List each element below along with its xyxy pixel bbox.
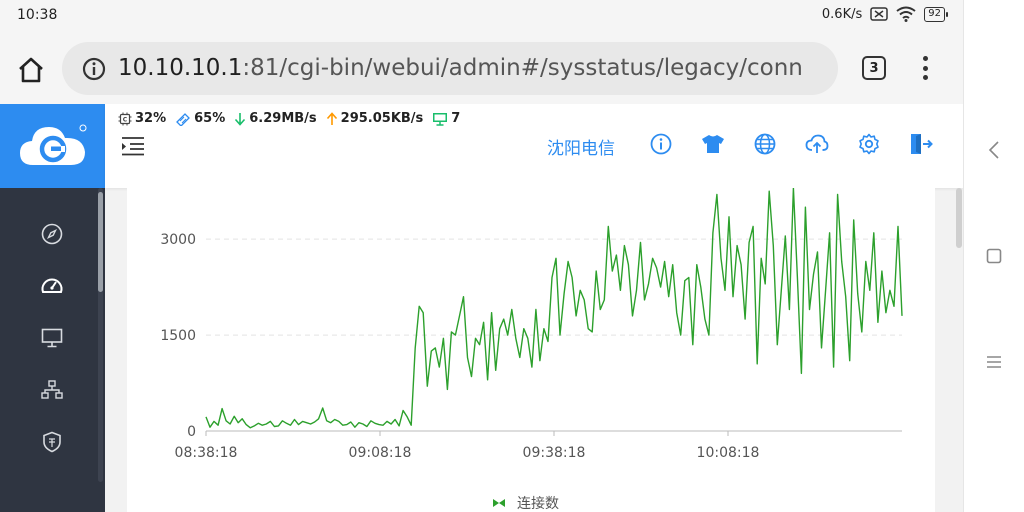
wifi-icon (896, 6, 916, 22)
clock: 10:38 (17, 7, 58, 23)
home-square-icon[interactable] (984, 246, 1004, 266)
y-tick-label: 0 (187, 424, 196, 440)
home-button[interactable] (15, 54, 47, 86)
cpu-icon: C (118, 112, 132, 125)
web-page: C 32% 65% 6.29MB/s 295.05KB/s 7 沈阳电信 0 1… (0, 104, 963, 512)
tshirt-icon (702, 135, 724, 153)
legend-label[interactable]: 连接数 (517, 495, 559, 512)
sidebar-item-network[interactable] (38, 376, 66, 404)
x-tick-label: 09:38:18 (523, 445, 586, 461)
logout-button[interactable] (909, 132, 933, 156)
y-tick-label: 1500 (160, 328, 196, 344)
legend-marker-icon (493, 499, 505, 507)
page-header: C 32% 65% 6.29MB/s 295.05KB/s 7 沈阳电信 (105, 104, 963, 188)
home-icon (19, 57, 43, 83)
about-button[interactable] (649, 132, 673, 156)
language-button[interactable] (753, 132, 777, 156)
browser-toolbar: 10.10.10.1:81/cgi-bin/webui/admin#/sysst… (0, 32, 963, 104)
menu-collapse-button[interactable] (121, 136, 145, 156)
sim-off-icon (870, 7, 889, 21)
status-icons: 0.6K/s 92 (821, 6, 948, 22)
sidebar-item-security[interactable] (38, 428, 66, 456)
chart-legend[interactable]: 连接数 (493, 495, 559, 512)
battery-icon: 92 (924, 6, 948, 22)
download-stat: 6.29MB/s (234, 111, 317, 126)
chart-series (205, 188, 903, 429)
page-scrollbar[interactable] (956, 188, 962, 248)
series-line-connections (205, 188, 903, 429)
y-tick-label: 3000 (160, 232, 196, 248)
overflow-menu-icon[interactable] (914, 54, 936, 82)
upgrade-button[interactable] (805, 132, 829, 156)
connections-chart: 0 1500 3000 08:38:18 09:08:18 09:38:18 10:08:1… (160, 188, 903, 512)
info-icon[interactable] (82, 57, 106, 81)
x-tick-label: 10:08:18 (697, 445, 760, 461)
menu-indent-icon (122, 137, 144, 156)
info-circle-icon (650, 133, 672, 155)
cloud-logo-icon (19, 124, 86, 165)
theme-button[interactable] (701, 132, 725, 156)
cloud-upload-icon (805, 134, 829, 153)
sidebar-item-terminals[interactable] (38, 324, 66, 352)
dashboard-gauge-icon (41, 278, 63, 293)
sidebar-scrollbar[interactable] (98, 192, 103, 292)
logout-icon (911, 134, 933, 154)
tab-switcher-button[interactable]: 3 (862, 56, 886, 80)
sidebar-item-status[interactable] (38, 272, 66, 300)
settings-button[interactable] (857, 132, 881, 156)
svg-text:C: C (123, 116, 128, 123)
devices-monitor-icon (433, 112, 448, 126)
isp-name[interactable]: 沈阳电信 (547, 134, 615, 159)
x-tick-label: 08:38:18 (175, 445, 238, 461)
monitor-icon (41, 328, 63, 348)
devices-stat: 7 (432, 111, 460, 126)
arrow-up-icon (326, 111, 337, 125)
compass-icon (41, 223, 63, 245)
globe-icon (754, 133, 776, 155)
screen: 10:38 0.6K/s 92 10.10.10.1:81/cgi-bin/we… (0, 0, 1024, 512)
gear-icon (859, 133, 879, 155)
x-tick-label: 09:08:18 (349, 445, 412, 461)
system-stats: C 32% 65% 6.29MB/s 295.05KB/s 7 (118, 111, 464, 126)
status-bar: 10:38 0.6K/s 92 (0, 0, 963, 32)
cpu-stat: C 32% (118, 111, 166, 126)
network-speed: 0.6K/s (821, 6, 863, 22)
memory-stat: 65% (175, 111, 225, 126)
recents-icon[interactable] (984, 352, 1004, 372)
android-nav-bar (963, 0, 1024, 512)
arrow-down-icon (235, 112, 246, 126)
network-topology-icon (41, 380, 63, 399)
address-bar[interactable]: 10.10.10.1:81/cgi-bin/webui/admin#/sysst… (62, 42, 838, 95)
chart-panel: 0 1500 3000 08:38:18 09:08:18 09:38:18 10:08:1… (127, 188, 935, 512)
sidebar-item-overview[interactable] (38, 220, 66, 248)
url-text: 10.10.10.1:81/cgi-bin/webui/admin#/sysst… (118, 55, 803, 81)
router-logo[interactable] (0, 104, 105, 188)
upload-stat: 295.05KB/s (326, 111, 423, 126)
back-icon[interactable] (984, 140, 1004, 160)
memory-icon (176, 112, 191, 126)
shield-icon (43, 431, 61, 453)
sidebar (0, 188, 105, 512)
